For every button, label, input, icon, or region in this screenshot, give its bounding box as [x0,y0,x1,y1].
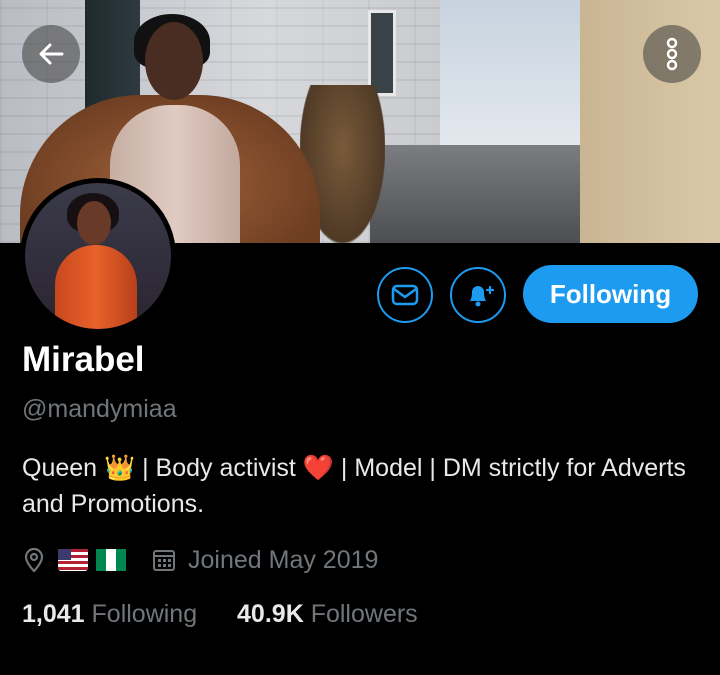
profile-meta: Joined May 2019 [22,540,378,580]
following-count: 1,041 [22,600,85,628]
more-options-button[interactable] [643,25,701,83]
back-button[interactable] [22,25,80,83]
banner-street [370,145,610,243]
following-button[interactable]: Following [523,265,698,323]
avatar-face [77,201,111,245]
following-label: Following [91,600,198,628]
envelope-icon [391,284,419,306]
nigeria-flag-icon [96,549,126,571]
heart-emoji: ❤️ [302,454,334,482]
us-flag-icon [58,549,88,571]
notifications-button[interactable] [450,267,506,323]
crown-emoji: 👑 [104,454,136,482]
banner-window [368,10,396,96]
following-stat[interactable]: 1,041 Following [22,600,197,628]
bell-plus-icon [470,285,494,307]
profile-avatar[interactable] [20,178,176,334]
banner-sky [440,0,590,150]
avatar-dress [55,245,137,329]
bio-text-2: | Body activist [135,454,303,482]
followers-count: 40.9K [237,600,304,628]
location-pin-icon [24,547,44,573]
followers-label: Followers [310,600,418,628]
username-handle: @mandymiaa [22,395,177,423]
message-button[interactable] [377,267,433,323]
follow-stats: 1,041 Following 40.9K Followers [22,600,418,629]
display-name: Mirabel [22,340,145,379]
calendar-icon [153,550,175,571]
followers-stat[interactable]: 40.9K Followers [237,600,418,628]
more-options-icon [666,37,678,71]
avatar-photo [25,183,171,329]
banner-person-head [145,22,203,100]
profile-bio: Queen 👑 | Body activist ❤️ | Model | DM … [22,450,702,522]
bio-text-1: Queen [22,454,105,482]
back-arrow-icon [39,43,64,65]
joined-date: Joined May 2019 [188,545,379,574]
